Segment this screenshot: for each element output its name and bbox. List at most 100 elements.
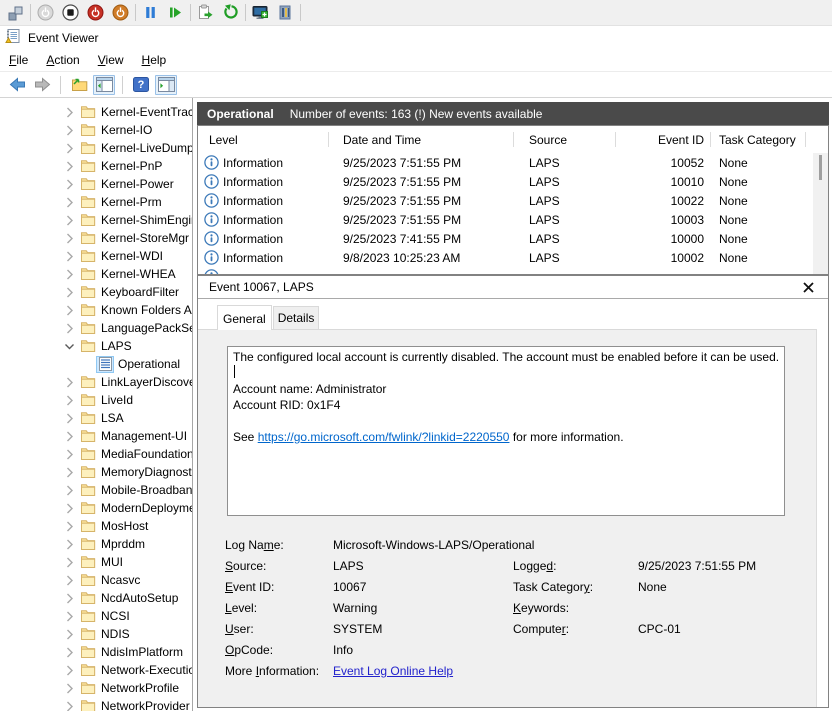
tree-item[interactable]: NDIS (0, 625, 192, 643)
chevron-right-icon[interactable] (62, 519, 77, 534)
stop-icon[interactable] (58, 4, 83, 22)
close-icon[interactable] (801, 280, 815, 294)
tree-item[interactable]: Ncasvc (0, 571, 192, 589)
chevron-right-icon[interactable] (62, 195, 77, 210)
back-icon[interactable] (6, 75, 28, 95)
chevron-right-icon[interactable] (62, 267, 77, 282)
event-row-partial[interactable] (198, 267, 828, 275)
chevron-right-icon[interactable] (62, 375, 77, 390)
chevron-right-icon[interactable] (62, 465, 77, 480)
chevron-right-icon[interactable] (62, 231, 77, 246)
chevron-right-icon[interactable] (62, 483, 77, 498)
column-header-source[interactable]: Source (514, 126, 616, 153)
event-row[interactable]: Information9/8/2023 10:25:23 AMLAPS10002… (198, 248, 828, 267)
resume-icon[interactable] (163, 4, 188, 22)
menu-view[interactable]: View (89, 50, 133, 70)
chevron-right-icon[interactable] (62, 501, 77, 516)
table-scrollbar[interactable] (813, 153, 828, 274)
tree-item[interactable]: MemoryDiagnostics-Results (0, 463, 192, 481)
chevron-right-icon[interactable] (62, 303, 77, 318)
column-header-level[interactable]: Level (198, 126, 329, 153)
column-header-task[interactable]: Task Category (711, 126, 806, 153)
column-header-date[interactable]: Date and Time (329, 126, 514, 153)
chevron-right-icon[interactable] (62, 249, 77, 264)
tree-item[interactable]: MediaFoundation (0, 445, 192, 463)
tree-item[interactable]: Kernel-ShimEngine (0, 211, 192, 229)
tree-item[interactable]: Mobile-Broadband-Experience (0, 481, 192, 499)
tree-item[interactable]: LiveId (0, 391, 192, 409)
console-tree-icon[interactable] (93, 75, 115, 95)
event-row[interactable]: Information9/25/2023 7:41:55 PMLAPS10000… (198, 229, 828, 248)
tree-item[interactable]: LinkLayerDiscoveryProtocol (0, 373, 192, 391)
action-pane-icon[interactable] (155, 75, 177, 95)
table-scrollbar-thumb[interactable] (819, 155, 822, 180)
tree-item[interactable]: Kernel-IO (0, 121, 192, 139)
tree-item[interactable]: LanguagePackSetup (0, 319, 192, 337)
tree-item[interactable]: KeyboardFilter (0, 283, 192, 301)
chevron-right-icon[interactable] (62, 285, 77, 300)
tree-item[interactable]: NCSI (0, 607, 192, 625)
chevron-right-icon[interactable] (62, 105, 77, 120)
event-row[interactable]: Information9/25/2023 7:51:55 PMLAPS10022… (198, 191, 828, 210)
tree-item[interactable]: Kernel-PnP (0, 157, 192, 175)
tab-details[interactable]: Details (273, 306, 320, 329)
event-row[interactable]: Information9/25/2023 7:51:55 PMLAPS10003… (198, 210, 828, 229)
chevron-right-icon[interactable] (62, 141, 77, 156)
chevron-right-icon[interactable] (62, 591, 77, 606)
chevron-right-icon[interactable] (62, 609, 77, 624)
tree-item[interactable]: ModernDeployment-Diagnostics (0, 499, 192, 517)
tree-item[interactable]: Kernel-Power (0, 175, 192, 193)
tree-item[interactable]: MosHost (0, 517, 192, 535)
vm-blocks-icon[interactable] (3, 4, 28, 22)
enhanced-session-icon[interactable] (248, 4, 273, 22)
tree-item[interactable]: Operational (0, 355, 192, 373)
chevron-right-icon[interactable] (62, 321, 77, 336)
event-log-online-help-link[interactable]: Event Log Online Help (333, 664, 453, 678)
tree-item[interactable]: LAPS (0, 337, 192, 355)
tree-item[interactable]: Kernel-EventTracing (0, 103, 192, 121)
event-row[interactable]: Information9/25/2023 7:51:55 PMLAPS10052… (198, 153, 828, 172)
tree-item[interactable]: Kernel-LiveDump (0, 139, 192, 157)
revert-icon[interactable] (218, 4, 243, 22)
tree-item[interactable]: Kernel-Prm (0, 193, 192, 211)
chevron-right-icon[interactable] (62, 537, 77, 552)
event-row[interactable]: Information9/25/2023 7:51:55 PMLAPS10010… (198, 172, 828, 191)
tree-item[interactable]: NetworkProvider (0, 697, 192, 711)
forward-icon[interactable] (31, 75, 53, 95)
chevron-right-icon[interactable] (62, 123, 77, 138)
column-header-eventid[interactable]: Event ID (616, 126, 711, 153)
chevron-down-icon[interactable] (62, 339, 77, 354)
chevron-right-icon[interactable] (62, 573, 77, 588)
chevron-right-icon[interactable] (62, 663, 77, 678)
tree-item[interactable]: Management-UI (0, 427, 192, 445)
tree-item[interactable]: Mprddm (0, 535, 192, 553)
tree-item[interactable]: NdisImPlatform (0, 643, 192, 661)
tree-item[interactable]: NcdAutoSetup (0, 589, 192, 607)
tree-item[interactable]: Kernel-WHEA (0, 265, 192, 283)
menu-help[interactable]: Help (133, 50, 176, 70)
chevron-right-icon[interactable] (62, 681, 77, 696)
tree-item[interactable]: Kernel-StoreMgr (0, 229, 192, 247)
chevron-right-icon[interactable] (62, 429, 77, 444)
tree-item[interactable]: NetworkProfile (0, 679, 192, 697)
fwlink[interactable]: https://go.microsoft.com/fwlink/?linkid=… (258, 430, 510, 444)
checkpoint-icon[interactable] (193, 4, 218, 22)
tree-item[interactable]: LSA (0, 409, 192, 427)
chevron-right-icon[interactable] (62, 699, 77, 711)
chevron-right-icon[interactable] (62, 411, 77, 426)
tree-item[interactable]: Network-ExecutionContext (0, 661, 192, 679)
pause-icon[interactable] (138, 4, 163, 22)
chevron-right-icon[interactable] (62, 213, 77, 228)
chevron-right-icon[interactable] (62, 177, 77, 192)
tree-item[interactable]: MUI (0, 553, 192, 571)
export-icon[interactable] (68, 75, 90, 95)
tree-item[interactable]: Known Folders API Service (0, 301, 192, 319)
chevron-right-icon[interactable] (62, 645, 77, 660)
tab-general[interactable]: General (217, 305, 272, 330)
menu-file[interactable]: File (0, 50, 37, 70)
event-message-box[interactable]: The configured local account is currentl… (227, 346, 785, 516)
shutdown-icon[interactable] (108, 4, 133, 22)
menu-action[interactable]: Action (37, 50, 88, 70)
turn-off-icon[interactable] (83, 4, 108, 22)
chevron-right-icon[interactable] (62, 159, 77, 174)
